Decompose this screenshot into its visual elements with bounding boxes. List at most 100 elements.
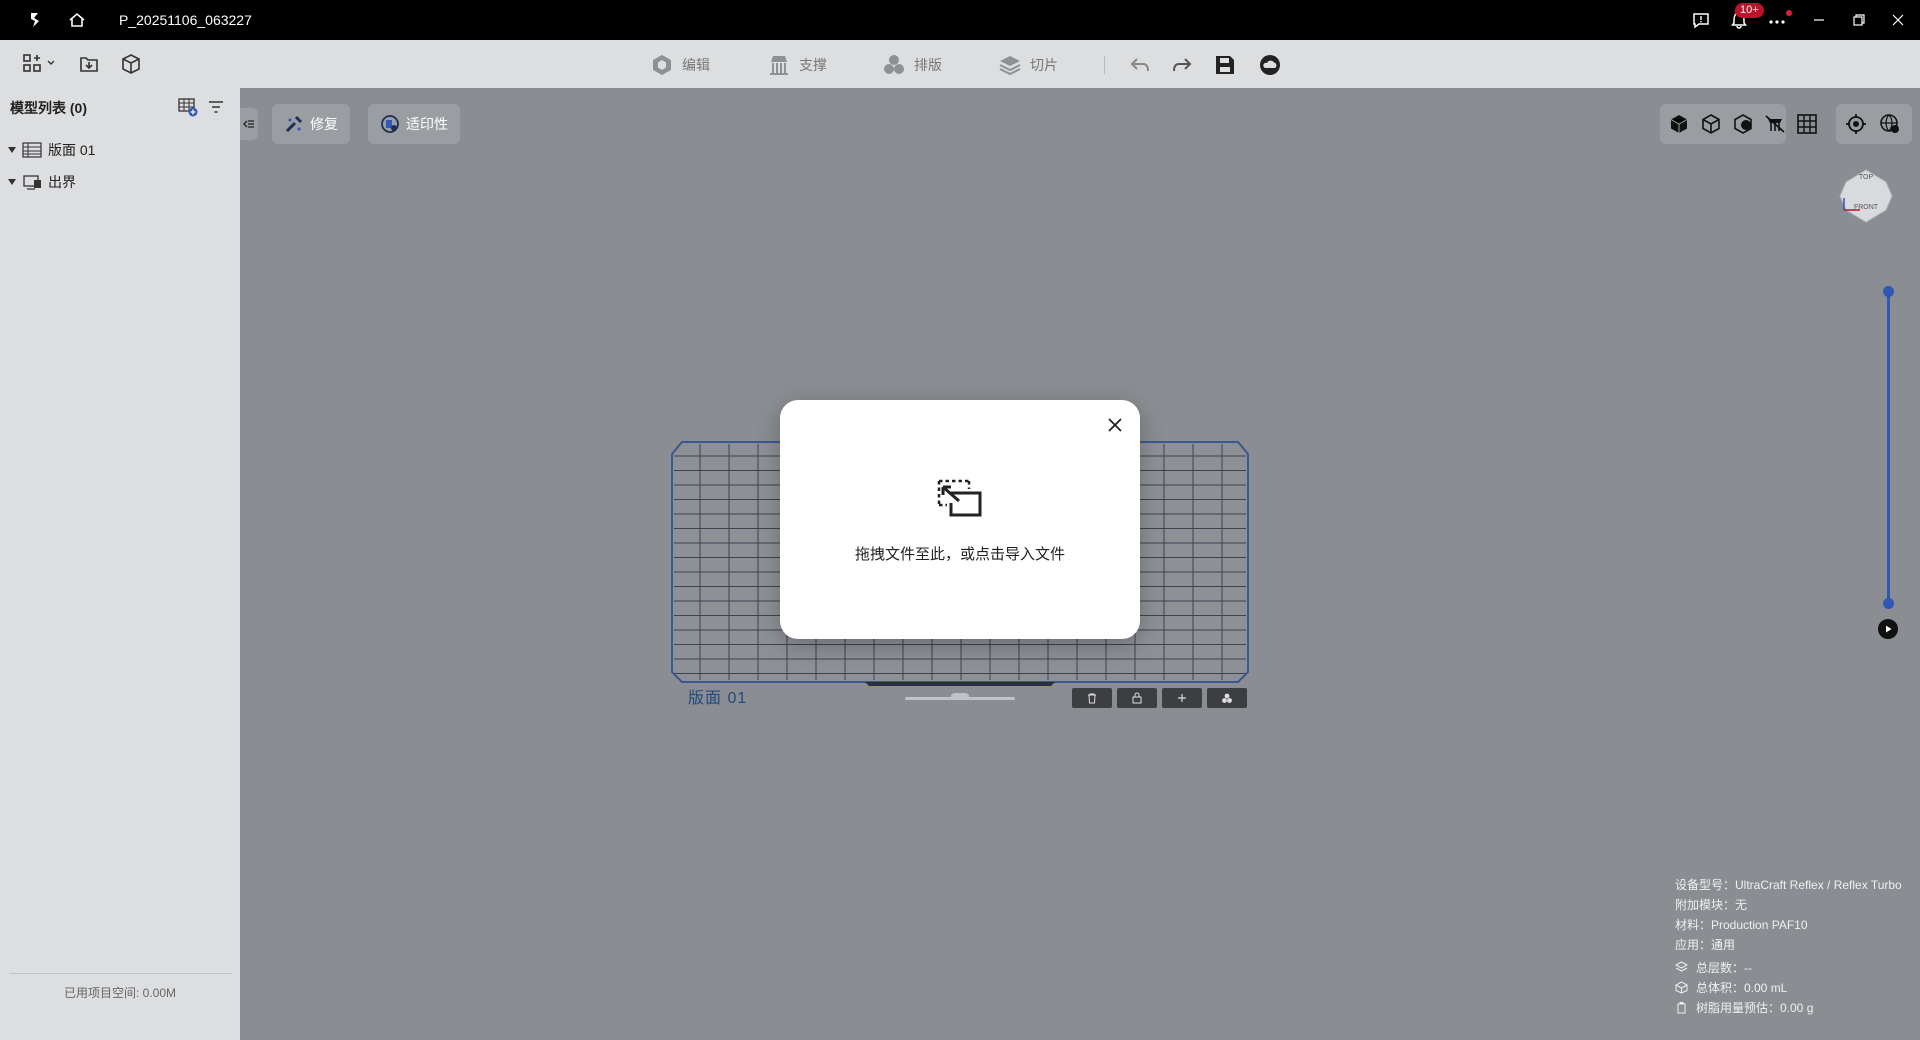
plate-handle: [905, 692, 1015, 700]
total-volume-info: 总体积：0.00 mL: [1675, 979, 1787, 996]
plate-add-button[interactable]: [1162, 688, 1202, 708]
view-cube-top-label: TOP: [1858, 174, 1874, 181]
import-file-dialog[interactable]: 拖拽文件至此，或点击导入文件: [780, 400, 1140, 639]
tab-support[interactable]: 支撑: [767, 53, 827, 77]
device-model-text: 设备型号：UltraCraft Reflex / Reflex Turbo: [1675, 878, 1902, 892]
play-layers-button[interactable]: [1878, 619, 1898, 639]
resin-bottle-icon: [1677, 1002, 1686, 1014]
project-space-usage: 已用项目空间: 0.00M: [63, 986, 177, 1000]
printability-label: 适印性: [406, 116, 448, 132]
app-logo-icon: [24, 9, 46, 31]
trash-icon: [1088, 693, 1096, 704]
feedback-icon[interactable]: [1690, 9, 1712, 31]
view-cube-front-label: FRONT: [1853, 204, 1879, 211]
volume-cube-icon: [1675, 981, 1688, 994]
restore-icon[interactable]: [1848, 9, 1870, 31]
tab-layout[interactable]: 排版: [882, 53, 942, 77]
lock-icon: [1132, 692, 1142, 704]
total-layers-text: 总层数：--: [1696, 961, 1752, 975]
resin-estimate-info: 树脂用量预估：0.00 g: [1675, 999, 1813, 1016]
drop-hint-text[interactable]: 拖拽文件至此，或点击导入文件: [780, 543, 1140, 564]
footer-divider: [10, 973, 232, 974]
main-toolbar: 编辑 支撑 排版 切片: [0, 40, 1920, 88]
home-icon[interactable]: [66, 9, 88, 31]
expand-caret-icon[interactable]: [8, 147, 16, 153]
toolbar-divider: [1104, 56, 1105, 74]
application-text: 应用：通用: [1675, 938, 1736, 952]
model-library-icon[interactable]: [120, 53, 142, 80]
device-model-info: 设备型号：UltraCraft Reflex / Reflex Turbo: [1675, 876, 1902, 893]
printability-button[interactable]: 适印性: [368, 104, 460, 144]
redo-icon[interactable]: [1171, 56, 1193, 79]
slice-layers-icon: [999, 56, 1021, 76]
repair-icon: [285, 116, 302, 133]
plate-lock-button[interactable]: [1117, 688, 1157, 708]
chevron-down-icon: [47, 60, 55, 65]
tree-item-out-of-bounds[interactable]: 出界: [8, 172, 76, 192]
material-info: 材料：Production PAF10: [1675, 916, 1808, 933]
support-icon: [770, 56, 788, 75]
view-cube[interactable]: TOP FRONT: [1838, 168, 1894, 224]
more-icon[interactable]: [1766, 9, 1788, 31]
out-of-bounds-icon: [23, 175, 41, 190]
notification-badge: 10+: [1735, 3, 1764, 18]
tab-edit-label: 编辑: [682, 57, 710, 73]
minimize-icon[interactable]: [1808, 9, 1830, 31]
model-list-panel: 模型列表 (0) 版面 01 出界 已用项目空间: 0.00M: [0, 88, 240, 1040]
layer-slider-top-handle[interactable]: [1883, 286, 1894, 297]
cloud-icon[interactable]: [1259, 54, 1281, 81]
undo-icon[interactable]: [1129, 56, 1151, 79]
tab-slice[interactable]: 切片: [998, 53, 1058, 77]
tree-item-plate[interactable]: 版面 01: [8, 140, 95, 160]
save-icon[interactable]: [1214, 54, 1236, 81]
title-bar: P_20251106_063227 10+: [0, 0, 1920, 40]
filter-icon[interactable]: [207, 98, 225, 121]
view-settings-globe-icon[interactable]: [1878, 112, 1902, 136]
grid-apps-icon: [23, 54, 41, 72]
grid-toggle-icon[interactable]: [1795, 112, 1819, 136]
repair-label: 修复: [310, 116, 338, 132]
plate-grid-icon: [22, 142, 42, 158]
total-volume-text: 总体积：0.00 mL: [1696, 981, 1788, 995]
layout-icon: [884, 55, 904, 74]
collapse-left-icon: [243, 120, 254, 128]
hide-supports-icon[interactable]: [1763, 112, 1787, 136]
collapse-sidebar-button[interactable]: [240, 108, 258, 140]
tab-support-label: 支撑: [799, 57, 827, 73]
import-icon[interactable]: [78, 53, 100, 80]
close-window-icon[interactable]: [1887, 9, 1909, 31]
tree-item-out-of-bounds-label: 出界: [48, 174, 76, 190]
tab-edit[interactable]: 编辑: [650, 53, 710, 77]
more-dot-indicator: [1786, 10, 1792, 16]
total-layers-info: 总层数：--: [1675, 959, 1752, 976]
tab-layout-label: 排版: [914, 57, 942, 73]
layers-icon: [1675, 961, 1688, 972]
printability-icon: [381, 115, 399, 133]
tab-slice-label: 切片: [1030, 57, 1058, 73]
edit-cube-icon: [653, 55, 671, 75]
repair-button[interactable]: 修复: [272, 104, 350, 144]
resin-estimate-text: 树脂用量预估：0.00 g: [1696, 1001, 1814, 1015]
xray-view-icon[interactable]: [1731, 112, 1755, 136]
close-dialog-button[interactable]: [1104, 414, 1126, 436]
tree-item-plate-label: 版面 01: [48, 142, 96, 158]
project-title: P_20251106_063227: [119, 12, 252, 28]
model-list-title: 模型列表 (0): [10, 100, 87, 116]
layer-slider-track[interactable]: [1887, 292, 1890, 604]
add-plate-icon[interactable]: [178, 97, 198, 122]
drag-drop-icon: [937, 479, 983, 524]
arrange-icon: [1222, 693, 1232, 703]
addon-info: 附加模块：无: [1675, 896, 1747, 913]
plate-delete-button[interactable]: [1072, 688, 1112, 708]
material-text: 材料：Production PAF10: [1675, 918, 1808, 932]
close-icon: [1108, 418, 1122, 432]
workspace-menu-button[interactable]: [22, 53, 56, 73]
expand-caret-icon[interactable]: [8, 179, 16, 185]
plate-arrange-button[interactable]: [1207, 688, 1247, 708]
layer-slider-bottom-handle[interactable]: [1883, 598, 1894, 609]
wireframe-view-icon[interactable]: [1699, 112, 1723, 136]
solid-view-icon[interactable]: [1667, 112, 1691, 136]
application-info: 应用：通用: [1675, 936, 1735, 953]
locate-target-icon[interactable]: [1844, 112, 1868, 136]
plus-icon: [1178, 694, 1186, 702]
